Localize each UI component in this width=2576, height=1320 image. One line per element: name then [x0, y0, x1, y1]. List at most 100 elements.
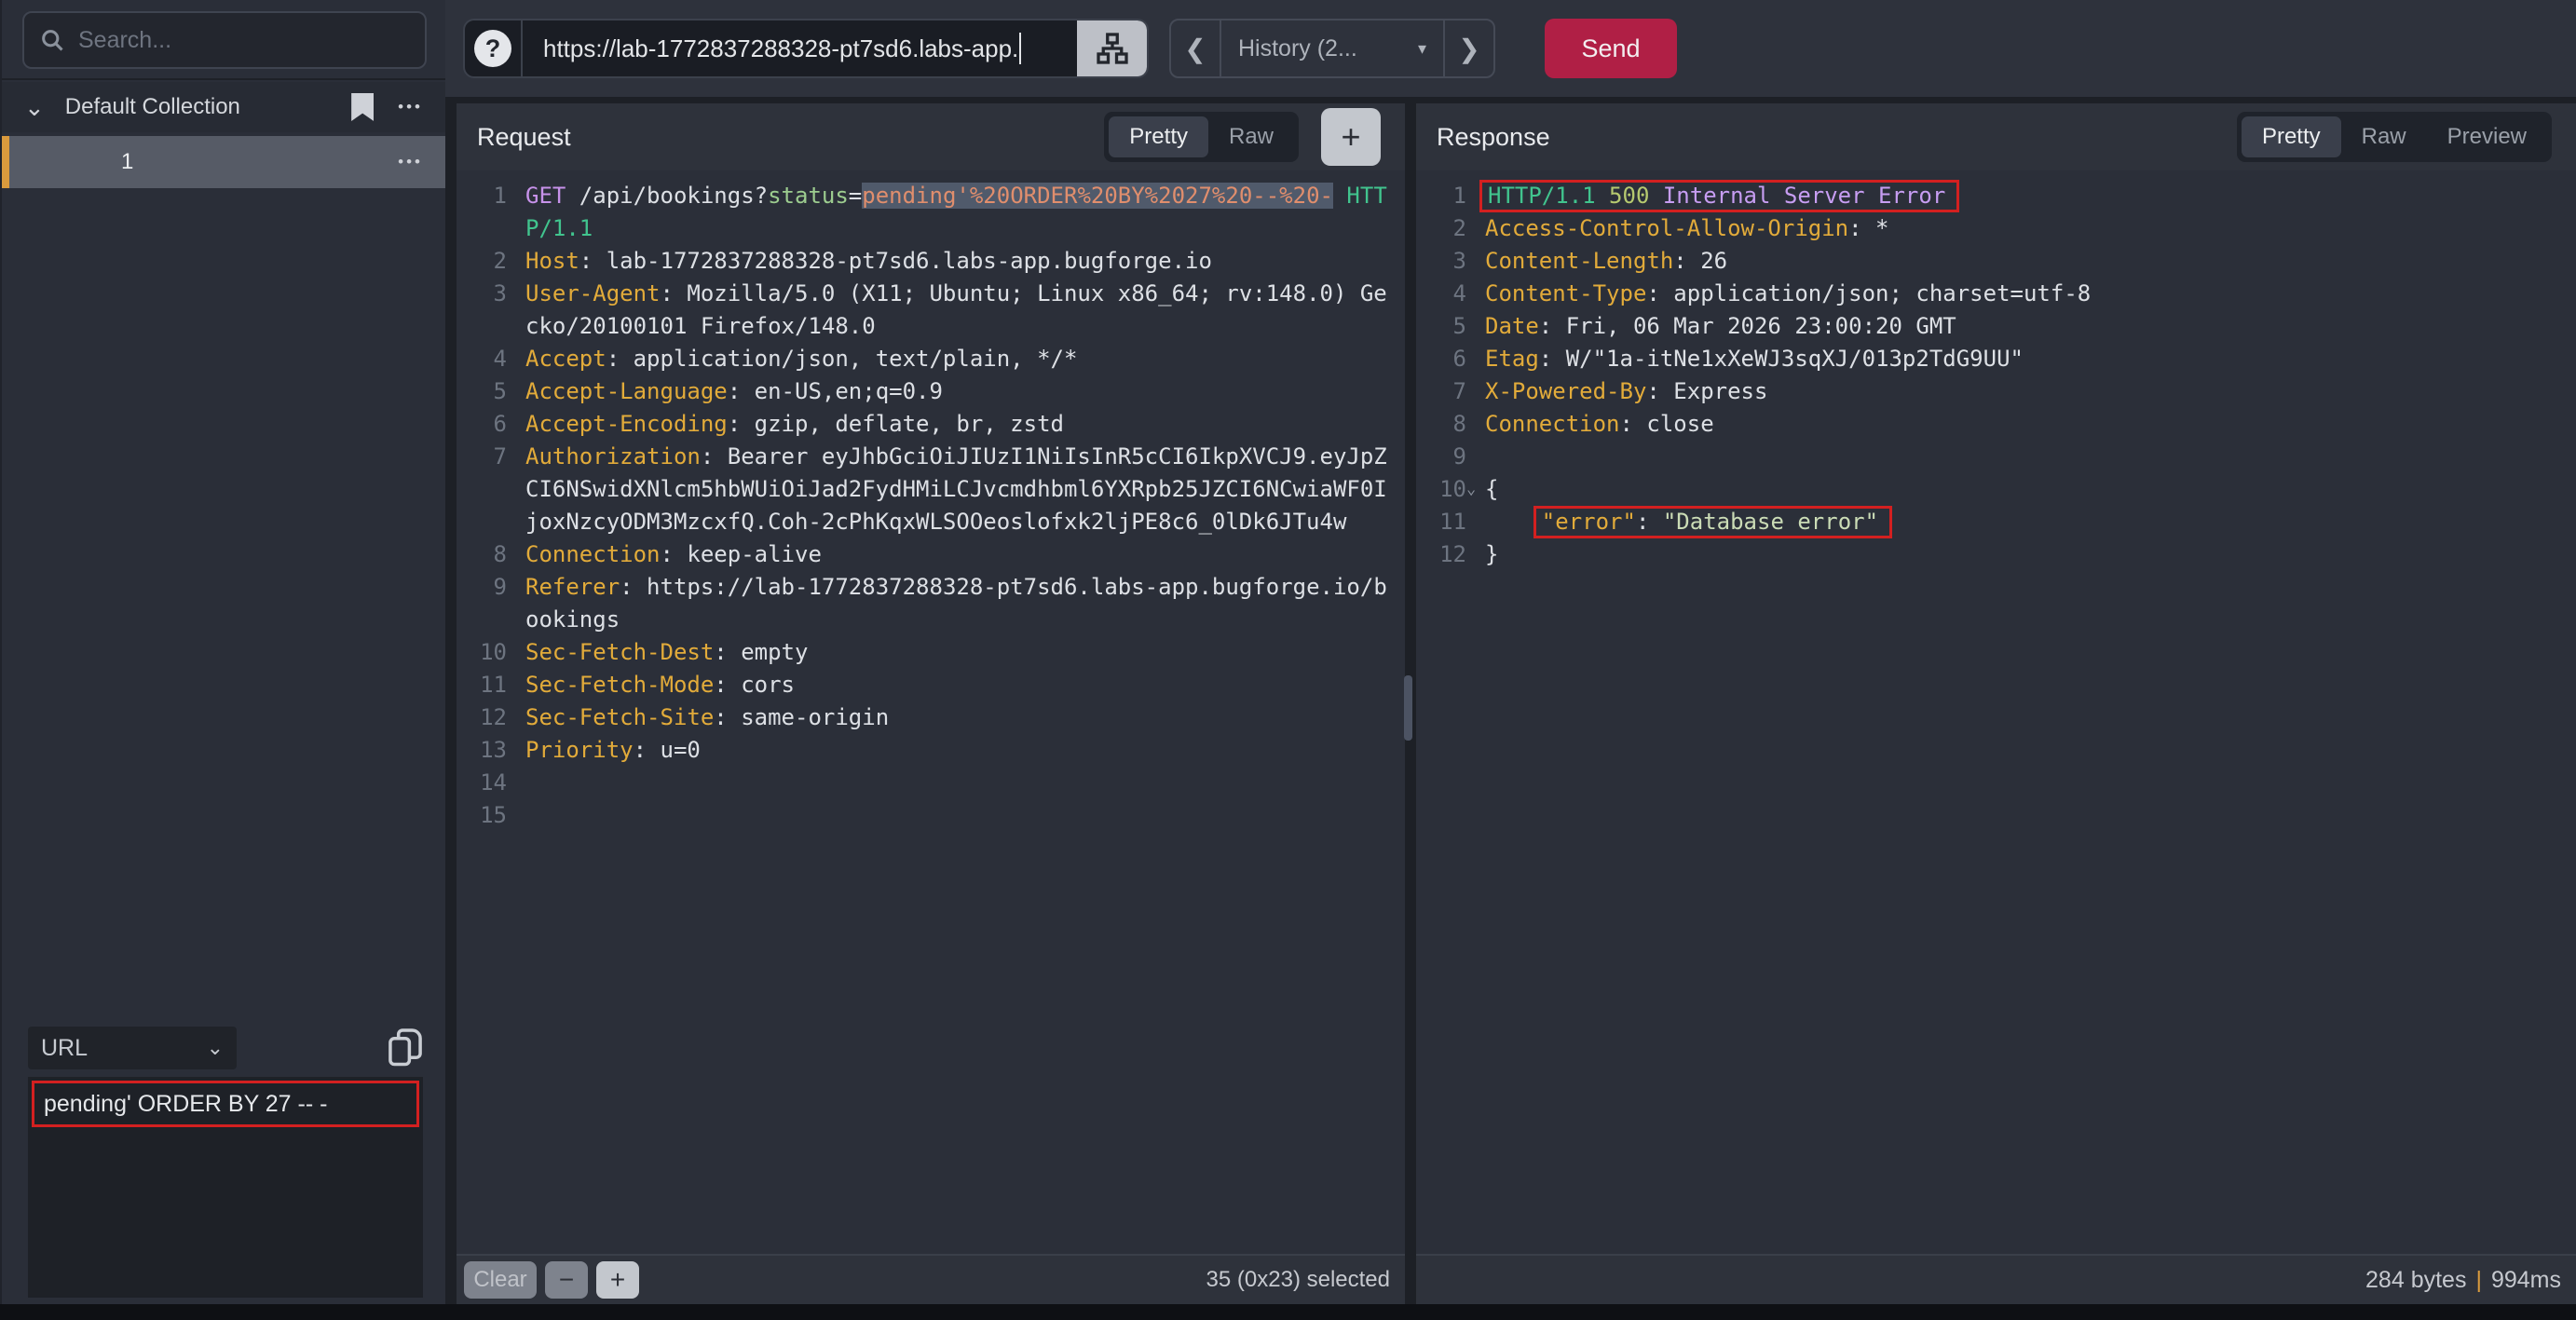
request-view-tabs: Pretty Raw: [1104, 112, 1299, 162]
code-line: 4Accept: application/json, text/plain, *…: [470, 343, 1390, 375]
response-meta: 284 bytes|994ms: [2365, 1267, 2561, 1294]
token-hname: Access-Control-Allow-Origin: [1485, 215, 1848, 241]
token-plain: : empty: [714, 639, 808, 665]
tab-raw[interactable]: Raw: [2341, 116, 2427, 157]
line-number: 14: [470, 767, 507, 799]
search-wrap: Search...: [2, 0, 445, 80]
variable-type-select[interactable]: URL ⌄: [28, 1027, 237, 1069]
sidebar-collection-row[interactable]: ⌄ Default Collection •••: [2, 82, 445, 132]
code-line: 4Content-Type: application/json; charset…: [1429, 278, 2561, 310]
fold-arrow-icon[interactable]: ⌄: [1466, 473, 1485, 506]
token-plain: : application/json; charset=utf-8: [1646, 280, 2091, 306]
token-hname: Referer: [525, 574, 620, 600]
token-plain: }: [1485, 541, 1498, 567]
increment-button[interactable]: +: [596, 1261, 639, 1299]
topbar: ? https://lab-1772837288328-pt7sd6.labs-…: [445, 0, 2576, 97]
add-request-tab-button[interactable]: +: [1321, 108, 1381, 166]
request-item-label: 1: [32, 149, 133, 175]
token-plain: /api/bookings?: [579, 183, 768, 209]
code-line: 7 X-Powered-By: Express: [1429, 375, 2561, 408]
code-line: 14: [470, 767, 1390, 799]
sitemap-icon: [1096, 32, 1129, 65]
code-line: 3Content-Length: 26: [1429, 245, 2561, 278]
url-value: https://lab-1772837288328-pt7sd6.labs-ap…: [543, 34, 1018, 63]
token-hname: Connection: [525, 541, 661, 567]
copy-icon[interactable]: [388, 1027, 423, 1068]
decrement-button[interactable]: −: [545, 1261, 588, 1299]
token-plain: : *: [1848, 215, 1888, 241]
line-content: Accept: application/json, text/plain, */…: [525, 343, 1390, 375]
history-dropdown[interactable]: History (2... ▾: [1220, 20, 1445, 76]
help-section[interactable]: ?: [465, 20, 523, 76]
line-number: 13: [470, 734, 507, 767]
line-content: Content-Type: application/json; charset=…: [1485, 278, 2561, 310]
ellipsis-icon[interactable]: •••: [398, 153, 423, 171]
payload-value: pending' ORDER BY 27 -- -: [44, 1091, 327, 1118]
tab-preview[interactable]: Preview: [2427, 116, 2547, 157]
token-payload: pending'%20ORDER%20BY%2027%20--%20-: [862, 183, 1333, 209]
tab-raw[interactable]: Raw: [1208, 116, 1294, 157]
line-content: Sec-Fetch-Mode: cors: [525, 669, 1390, 701]
request-scrollbar-thumb[interactable]: [1404, 675, 1412, 741]
bottom-strip: [0, 1304, 2576, 1320]
url-input[interactable]: https://lab-1772837288328-pt7sd6.labs-ap…: [523, 20, 1077, 76]
response-header: Response Pretty Raw Preview: [1416, 103, 2576, 170]
line-content: Access-Control-Allow-Origin: *: [1485, 212, 2561, 245]
help-icon[interactable]: ?: [474, 30, 511, 67]
dropdown-caret-icon: ▾: [1418, 39, 1426, 59]
line-number: 6: [470, 408, 507, 441]
history-back-button[interactable]: ❮: [1171, 20, 1220, 76]
token-key: "error": [1542, 509, 1636, 535]
line-number: 2: [470, 245, 507, 278]
response-title: Response: [1437, 123, 1550, 152]
response-viewer[interactable]: 1HTTP/1.1 500 Internal Server Error2Acce…: [1416, 170, 2576, 1254]
token-hname: Sec-Fetch-Mode: [525, 672, 714, 698]
collection-name: Default Collection: [65, 94, 240, 120]
chevron-down-icon: ⌄: [207, 1036, 224, 1060]
token-plain: : https://lab-1772837288328-pt7sd6.labs-…: [525, 574, 1387, 633]
token-plain: : Express: [1646, 378, 1767, 404]
bookmark-icon[interactable]: [351, 93, 374, 121]
token-hname: Content-Type: [1485, 280, 1646, 306]
line-content: [525, 767, 1390, 799]
line-number: 7: [1429, 375, 1466, 408]
url-group: ? https://lab-1772837288328-pt7sd6.labs-…: [463, 19, 1149, 78]
token-hname: Accept: [525, 346, 607, 372]
line-content: "error": "Database error": [1485, 506, 2561, 538]
ellipsis-icon[interactable]: •••: [398, 98, 423, 116]
line-content: Authorization: Bearer eyJhbGciOiJIUzI1Ni…: [525, 441, 1390, 538]
send-button[interactable]: Send: [1545, 19, 1677, 78]
token-ver: HTTP/1.1: [1488, 183, 1609, 209]
code-line: 10Sec-Fetch-Dest: empty: [470, 636, 1390, 669]
line-number: 6: [1429, 343, 1466, 375]
tab-pretty[interactable]: Pretty: [2242, 116, 2341, 157]
token-plain: : 26: [1673, 248, 1727, 274]
line-number: 5: [1429, 310, 1466, 343]
code-line: 6Etag: W/"1a-itNe1xXeWJ3sqXJ/013p2TdG9UU…: [1429, 343, 2561, 375]
history-forward-button[interactable]: ❯: [1445, 20, 1493, 76]
line-content: [1485, 441, 2561, 473]
token-plain: : application/json, text/plain, */*: [607, 346, 1078, 372]
token-hname: Accept-Encoding: [525, 411, 728, 437]
sidebar-item-request-1[interactable]: 1 •••: [2, 136, 445, 188]
line-number: 10: [470, 636, 507, 669]
chevron-down-icon[interactable]: ⌄: [24, 93, 45, 122]
clear-button[interactable]: Clear: [464, 1261, 537, 1299]
token-hname: Content-Length: [1485, 248, 1673, 274]
meta-pipe: |: [2466, 1267, 2491, 1293]
variable-type-value: URL: [41, 1035, 88, 1062]
tab-pretty[interactable]: Pretty: [1109, 116, 1208, 157]
selection-status: 35 (0x23) selected: [1206, 1267, 1390, 1293]
token-hname: X-Powered-By: [1485, 378, 1646, 404]
line-content: {: [1485, 473, 2561, 506]
token-method: GET: [525, 183, 579, 209]
token-hname: Date: [1485, 313, 1539, 339]
sitemap-button[interactable]: [1077, 20, 1147, 76]
request-title: Request: [477, 123, 571, 152]
variable-value-panel[interactable]: pending' ORDER BY 27 -- -: [28, 1077, 423, 1298]
request-editor[interactable]: 1GET /api/bookings?status=pending'%20ORD…: [457, 170, 1405, 1254]
line-content: Content-Length: 26: [1485, 245, 2561, 278]
code-line: 9: [1429, 441, 2561, 473]
token-str: "Database error": [1663, 509, 1878, 535]
search-input[interactable]: Search...: [22, 11, 427, 69]
